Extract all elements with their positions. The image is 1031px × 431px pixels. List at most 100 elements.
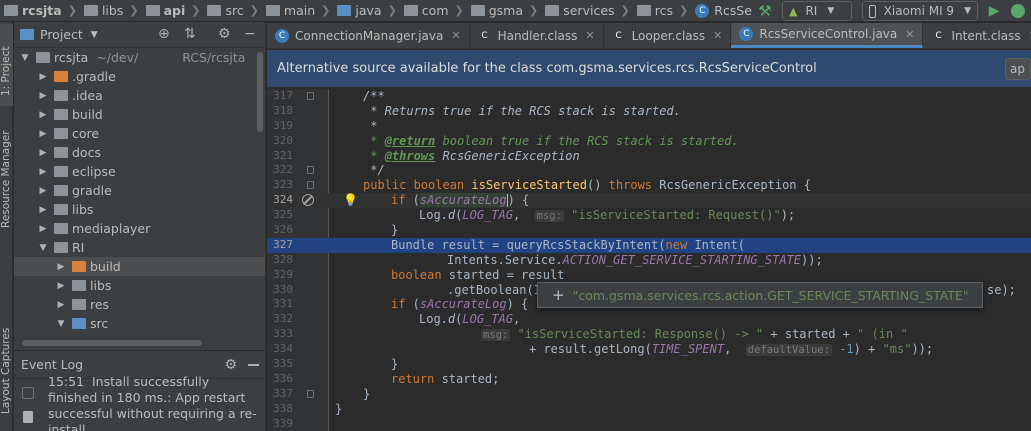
parameter-hint: msg: [481, 329, 511, 342]
tree-root[interactable]: ▼ rcsjta ~/dev/RCS/rcsjta [14, 48, 265, 67]
editor-tab[interactable]: C Handler.class ✕ [470, 23, 604, 48]
disabled-breakpoint-icon[interactable] [302, 194, 314, 207]
folder-icon [54, 147, 68, 158]
horizontal-scrollbar[interactable] [22, 340, 202, 346]
minimize-icon[interactable] [248, 364, 259, 366]
project-tool-tab[interactable]: 1: Project [0, 24, 13, 106]
tree-item-label: res [90, 297, 110, 312]
chevron-right-icon[interactable]: ▶ [38, 129, 48, 139]
tree-item[interactable]: ▶ mediaplayer [14, 219, 265, 238]
breadcrumb-api[interactable]: api ❯ [142, 0, 204, 21]
chevron-right-icon[interactable]: ▶ [56, 281, 66, 291]
chevron-right-icon[interactable]: ▶ [38, 110, 48, 120]
code-line: 326} [273, 223, 399, 238]
fold-icon[interactable] [307, 389, 314, 398]
close-icon[interactable]: ✕ [713, 29, 722, 42]
device-select[interactable]: Xiaomi MI 9 ▼ [862, 1, 978, 21]
breadcrumb-gsma[interactable]: gsma ❯ [467, 0, 542, 21]
breadcrumb-com[interactable]: com ❯ [400, 0, 467, 21]
editor-tab[interactable]: C RcsServiceControl.java ✕ [731, 23, 924, 48]
value-tooltip[interactable]: + "com.gsma.services.rcs.action.GET_SERV… [537, 282, 983, 308]
close-icon[interactable]: ✕ [451, 29, 460, 42]
editor-tab[interactable]: CIntent.class✕ [923, 23, 1031, 48]
chevron-right-icon[interactable]: ▶ [38, 167, 48, 177]
java-class-icon: C [739, 27, 754, 41]
chevron-right-icon[interactable]: ▶ [38, 148, 48, 158]
tree-item[interactable]: ▶ build [14, 105, 265, 124]
choose-source-button[interactable]: ap [1005, 58, 1031, 80]
code-line: 321 * @throws RcsGenericException [273, 148, 580, 163]
code-line: 332 Log.d(LOG_TAG, [273, 312, 521, 327]
android-icon: ▲ [789, 4, 798, 18]
breadcrumb-src[interactable]: src ❯ [203, 0, 261, 21]
tree-item-label: RI [72, 240, 85, 255]
code-line: 319 * [273, 118, 378, 133]
tree-item[interactable]: ▶ libs [14, 200, 265, 219]
package-icon [403, 5, 418, 16]
chevron-right-icon[interactable]: ▶ [38, 224, 48, 234]
chevron-right-icon[interactable]: ▶ [56, 300, 66, 310]
tree-item[interactable]: ▼ src [14, 314, 265, 333]
chevron-down-icon[interactable]: ▼ [56, 319, 66, 329]
tree-item[interactable]: ▶ core [14, 124, 265, 143]
code-editor[interactable]: 317/** 318 * Returns true if the RCS sta… [267, 89, 1031, 431]
vertical-scrollbar[interactable] [257, 52, 263, 132]
close-icon[interactable]: ✕ [585, 29, 594, 42]
editor-tab[interactable]: C Looper.class ✕ [604, 23, 732, 48]
collapse-all-icon[interactable]: ⇅ [184, 26, 196, 42]
breadcrumb-java[interactable]: java ❯ [333, 0, 399, 21]
tree-item[interactable]: ▼ RI [14, 238, 265, 257]
breadcrumb-rcsjta[interactable]: rcsjta ❯ [0, 0, 80, 21]
chevron-right-icon[interactable]: ▶ [38, 91, 48, 101]
tab-label: Looper.class [631, 28, 706, 43]
chevron-right-icon[interactable]: ▶ [38, 186, 48, 196]
tree-item[interactable]: ▶ gradle [14, 181, 265, 200]
gear-icon[interactable]: ⚙ [224, 357, 237, 373]
chevron-right-icon[interactable]: ▶ [38, 205, 48, 215]
fold-icon[interactable] [307, 166, 314, 175]
run-icon[interactable]: ▶ [983, 3, 1005, 19]
chevron-down-icon[interactable]: ▼ [91, 30, 98, 40]
run-config-select[interactable]: ▲ RI ▼ [782, 1, 852, 21]
code-line: 323 public boolean isServiceStarted() thr… [273, 178, 811, 193]
tree-item[interactable]: ▶ eclipse [14, 162, 265, 181]
parameter-hint: defaultValue: [745, 344, 832, 357]
tree-item[interactable]: ▶ docs [14, 143, 265, 162]
lightbulb-icon[interactable]: 💡 [343, 193, 358, 208]
tree-item[interactable]: ▶ .idea [14, 86, 265, 105]
chevron-right-icon[interactable]: ▶ [38, 72, 48, 82]
event-log-panel: Event Log ⚙ 15:51 Install successfully f… [14, 351, 266, 431]
expand-plus-icon[interactable]: + [552, 286, 565, 304]
minimize-icon[interactable]: − [244, 26, 256, 42]
mark-read-icon[interactable] [22, 387, 34, 399]
breadcrumb-libs[interactable]: libs ❯ [80, 0, 142, 21]
chevron-right-icon[interactable]: ▶ [56, 262, 66, 272]
breadcrumb-rcs[interactable]: rcs ❯ [633, 0, 691, 21]
tree-item[interactable]: ▶ res [14, 295, 265, 314]
folder-icon [207, 5, 222, 16]
tree-item[interactable]: ▶ build [14, 257, 265, 276]
debug-icon[interactable] [1011, 4, 1025, 18]
editor-tab[interactable]: C ConnectionManager.java ✕ [267, 23, 470, 48]
trash-icon[interactable] [23, 411, 33, 423]
chevron-right-icon: ❯ [321, 4, 331, 17]
breadcrumb-main[interactable]: main ❯ [262, 0, 333, 21]
code-lines: 317/** 318 * Returns true if the RCS sta… [267, 89, 1031, 431]
gear-icon[interactable]: ⚙ [218, 26, 231, 42]
locate-icon[interactable]: ⊕ [158, 26, 170, 42]
close-icon[interactable]: ✕ [905, 28, 914, 41]
layout-captures-tab[interactable]: Layout Captures [0, 294, 13, 424]
resource-manager-tab[interactable]: Resource Manager [0, 118, 13, 238]
tree-item-label: .idea [72, 88, 103, 103]
tree-item[interactable]: ▶ libs [14, 276, 265, 295]
chevron-down-icon[interactable]: ▼ [20, 53, 30, 63]
fold-icon[interactable] [307, 181, 314, 190]
tree-item[interactable]: ▶ .gradle [14, 67, 265, 86]
project-view-select[interactable]: Project [40, 27, 83, 42]
chevron-down-icon[interactable]: ▼ [38, 243, 48, 253]
fold-icon[interactable] [307, 92, 314, 100]
build-hammer-icon[interactable]: ⚒ [753, 2, 777, 20]
breadcrumb-services[interactable]: services ❯ [541, 0, 633, 21]
code-line: 334 + result.getLong(TIME_SPENT, defaultV… [273, 342, 934, 357]
tree-item-label: .gradle [72, 69, 116, 84]
